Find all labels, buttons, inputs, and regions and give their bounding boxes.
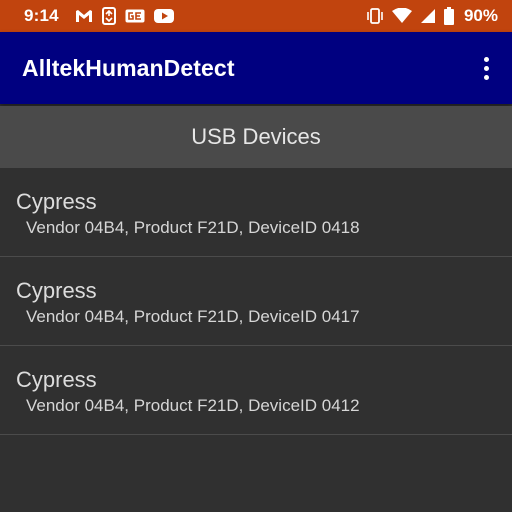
app-screen: 9:14 90% AlltekHumanDetect USB Devices C… xyxy=(0,0,512,512)
system-icons: 90% xyxy=(366,6,498,26)
status-time: 9:14 xyxy=(24,6,59,25)
signal-icon xyxy=(420,8,436,24)
device-list-item[interactable]: Cypress Vendor 04B4, Product F21D, Devic… xyxy=(0,168,512,257)
device-name: Cypress xyxy=(16,367,97,392)
device-detail: Vendor 04B4, Product F21D, DeviceID 0418 xyxy=(26,218,360,237)
overflow-menu-button[interactable] xyxy=(474,48,498,88)
battery-icon xyxy=(443,7,454,25)
device-list-item[interactable]: Cypress Vendor 04B4, Product F21D, Devic… xyxy=(0,346,512,435)
vibrate-icon xyxy=(366,8,384,24)
wifi-icon xyxy=(391,8,412,24)
gmail-icon xyxy=(75,9,93,23)
app-bar: AlltekHumanDetect xyxy=(0,32,512,104)
section-title: USB Devices xyxy=(191,124,321,149)
device-detail: Vendor 04B4, Product F21D, DeviceID 0412 xyxy=(26,396,360,415)
section-header: USB Devices xyxy=(0,106,512,168)
status-bar: 9:14 90% xyxy=(0,0,512,32)
notification-icons xyxy=(75,7,174,25)
youtube-icon xyxy=(153,9,174,23)
overflow-menu-icon xyxy=(483,56,489,62)
overflow-menu-icon xyxy=(483,74,489,80)
device-list: Cypress Vendor 04B4, Product F21D, Devic… xyxy=(0,168,512,435)
sync-icon xyxy=(101,7,116,25)
app-title: AlltekHumanDetect xyxy=(22,54,235,81)
device-name: Cypress xyxy=(16,278,97,303)
device-name: Cypress xyxy=(16,189,97,214)
ge-icon xyxy=(125,9,145,23)
device-detail: Vendor 04B4, Product F21D, DeviceID 0417 xyxy=(26,307,360,326)
overflow-menu-icon xyxy=(483,65,489,71)
device-list-item[interactable]: Cypress Vendor 04B4, Product F21D, Devic… xyxy=(0,257,512,346)
battery-percent: 90% xyxy=(463,6,498,25)
